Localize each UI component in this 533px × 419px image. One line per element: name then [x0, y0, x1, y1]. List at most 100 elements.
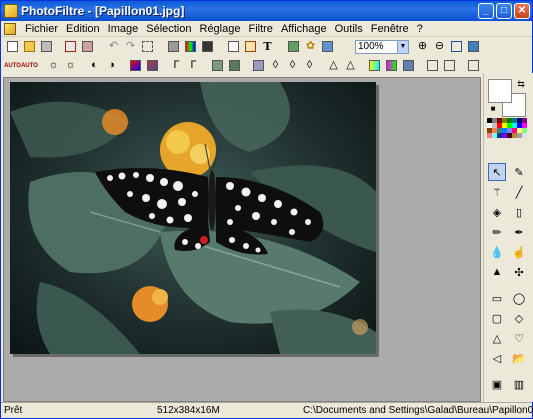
fit-window-icon[interactable]: [449, 39, 464, 54]
open-folder-icon[interactable]: [22, 39, 37, 54]
text-tool-icon[interactable]: T: [260, 39, 275, 54]
stamp-tool-icon[interactable]: ▲: [488, 263, 506, 281]
grid-icon[interactable]: [210, 58, 225, 73]
palette-swatch[interactable]: [522, 133, 527, 138]
rounded-rectangle-shape-icon[interactable]: ▢: [488, 309, 506, 327]
color-image-icon[interactable]: [183, 39, 198, 54]
blur-icon[interactable]: [251, 58, 266, 73]
gamma-plus-icon[interactable]: Γ: [169, 58, 184, 73]
drop-icon[interactable]: ◊: [268, 58, 283, 73]
grayscale-image-icon[interactable]: [200, 39, 215, 54]
flip-vertical-icon[interactable]: [442, 58, 457, 73]
line-tool-icon[interactable]: ╱: [510, 183, 528, 201]
menu-image[interactable]: Image: [104, 22, 143, 36]
brush-tool-icon[interactable]: ✏: [488, 223, 506, 241]
emboss-icon[interactable]: ◊: [302, 58, 317, 73]
menu-affichage[interactable]: Affichage: [277, 22, 331, 36]
menu-fenetre[interactable]: Fenêtre: [367, 22, 413, 36]
reset-colors-icon[interactable]: ■: [484, 99, 502, 117]
zoom-out-icon[interactable]: ⊖: [432, 39, 447, 54]
status-bar: Prêt 512x384x16M C:\Documents and Settin…: [1, 402, 533, 418]
automate-icon[interactable]: ✿: [303, 39, 318, 54]
copy-icon[interactable]: [166, 39, 181, 54]
diamond-shape-icon[interactable]: ◇: [510, 309, 528, 327]
gamma-minus-icon[interactable]: Γ: [186, 58, 201, 73]
rotate-icon[interactable]: [466, 58, 481, 73]
photofiltre-window: PhotoFiltre - [Papillon01.jpg] _ □ ✕ Fic…: [0, 0, 533, 419]
minimize-button[interactable]: _: [478, 3, 494, 19]
flip-horizontal-icon[interactable]: [425, 58, 440, 73]
swap-colors-icon[interactable]: ⇆: [512, 75, 530, 93]
print-icon[interactable]: [63, 39, 78, 54]
selection-mode-icon[interactable]: ▣: [488, 375, 506, 393]
menu-fichier[interactable]: Fichier: [21, 22, 62, 36]
triangle-shape-icon[interactable]: △: [488, 329, 506, 347]
color-balance-icon[interactable]: [367, 58, 382, 73]
blur-tool-icon[interactable]: 💧: [488, 243, 506, 261]
menu-help[interactable]: ?: [413, 22, 427, 36]
color-palette[interactable]: [487, 118, 531, 138]
butterfly-image: [10, 82, 376, 354]
spray-tool-icon[interactable]: ▯: [510, 203, 528, 221]
lasso-shape-icon[interactable]: ♡: [510, 329, 528, 347]
invert-icon[interactable]: △: [326, 58, 341, 73]
saturation-plus-icon[interactable]: [128, 58, 143, 73]
chevron-down-icon[interactable]: ▼: [397, 41, 408, 53]
contrast-plus-icon[interactable]: ◐: [87, 58, 102, 73]
menu-reglage[interactable]: Réglage: [196, 22, 245, 36]
print-preview-icon[interactable]: [80, 39, 95, 54]
save-icon[interactable]: [39, 39, 54, 54]
smudge-tool-icon[interactable]: ☝: [510, 243, 528, 261]
pointer-tool-icon[interactable]: ↖: [488, 163, 506, 181]
polygon-shape-icon[interactable]: ◁: [488, 349, 506, 367]
menu-filtre[interactable]: Filtre: [244, 22, 276, 36]
filter-toolbar: AUTO AUTO ☼ ☼ ◐ ◑ Γ Γ ◊ ◊ ◊ △ △: [1, 57, 481, 74]
image-size-icon[interactable]: [243, 39, 258, 54]
selection-options-icon[interactable]: ▥: [510, 375, 528, 393]
sharpen-icon[interactable]: ◊: [285, 58, 300, 73]
mosaic-icon[interactable]: [227, 58, 242, 73]
auto-contrast-icon[interactable]: AUTO: [21, 58, 38, 73]
menu-bar: Fichier Edition Image Sélection Réglage …: [1, 21, 532, 37]
clone-tool-icon[interactable]: ✣: [510, 263, 528, 281]
image-dimensions: 512x384x16M: [157, 405, 220, 416]
fill-tool-icon[interactable]: ◈: [488, 203, 506, 221]
browser-icon[interactable]: [320, 39, 335, 54]
brightness-minus-icon[interactable]: ☼: [63, 58, 78, 73]
eyedropper-tool-icon[interactable]: ✎: [510, 163, 528, 181]
undo-icon[interactable]: ↶: [106, 39, 121, 54]
zoom-select[interactable]: 100% ▼: [355, 40, 409, 54]
open-shape-icon[interactable]: 📂: [510, 349, 528, 367]
menu-outils[interactable]: Outils: [331, 22, 367, 36]
full-screen-icon[interactable]: [466, 39, 481, 54]
close-button[interactable]: ✕: [514, 3, 530, 19]
zoom-in-icon[interactable]: ⊕: [415, 39, 430, 54]
ellipse-shape-icon[interactable]: ◯: [510, 289, 528, 307]
document-icon[interactable]: [4, 23, 16, 35]
image-workspace[interactable]: [3, 77, 481, 402]
title-bar[interactable]: PhotoFiltre - [Papillon01.jpg] _ □ ✕: [1, 1, 532, 21]
rectangle-shape-icon[interactable]: ▭: [488, 289, 506, 307]
main-toolbar: ↶ ↷ T ✿ 100% ▼ ⊕ ⊖: [1, 38, 481, 55]
brightness-plus-icon[interactable]: ☼: [46, 58, 61, 73]
file-path: C:\Documents and Settings\Galad\Bureau\P…: [303, 405, 533, 416]
layers-icon[interactable]: [286, 39, 301, 54]
new-file-icon[interactable]: [5, 39, 20, 54]
butterfly-photo[interactable]: [10, 82, 376, 354]
menu-edition[interactable]: Edition: [62, 22, 104, 36]
levels-icon[interactable]: [401, 58, 416, 73]
saturation-minus-icon[interactable]: [145, 58, 160, 73]
hue-icon[interactable]: [384, 58, 399, 73]
contrast-minus-icon[interactable]: ◑: [104, 58, 119, 73]
advanced-brush-tool-icon[interactable]: ✒: [510, 223, 528, 241]
maximize-button[interactable]: □: [496, 3, 512, 19]
duplicate-icon[interactable]: [226, 39, 241, 54]
menu-selection[interactable]: Sélection: [142, 22, 195, 36]
app-icon[interactable]: [4, 4, 18, 18]
sepia-icon[interactable]: △: [343, 58, 358, 73]
auto-levels-icon[interactable]: AUTO: [4, 58, 21, 73]
select-all-icon[interactable]: [140, 39, 155, 54]
magic-wand-tool-icon[interactable]: ⚚: [488, 183, 506, 201]
redo-icon[interactable]: ↷: [123, 39, 138, 54]
status-state: Prêt: [4, 405, 23, 416]
